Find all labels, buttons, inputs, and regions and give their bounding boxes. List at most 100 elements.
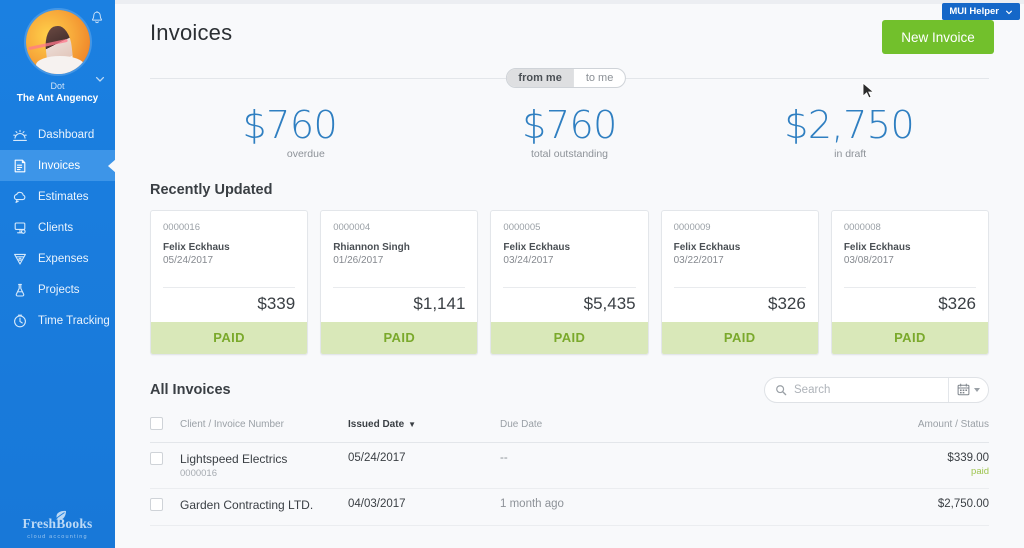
card-amount: $5,435 <box>583 293 636 313</box>
sidebar-item-projects[interactable]: Projects <box>0 274 115 305</box>
card-invoice-number: 0000004 <box>333 221 371 233</box>
row-due-date: 1 month ago <box>500 488 730 526</box>
all-invoices-header: All Invoices <box>150 376 989 403</box>
card-amount: $339 <box>257 293 296 313</box>
stat-value: $760 <box>242 103 338 147</box>
all-invoices-title: All Invoices <box>150 381 231 398</box>
chevron-down-icon <box>1006 10 1012 14</box>
card-client-name: Felix Eckhaus <box>843 241 911 253</box>
chevron-down-icon <box>974 387 980 392</box>
mui-helper-badge[interactable]: MUI Helper <box>942 3 1020 20</box>
column-issued-date[interactable]: Issued Date ▼ <box>348 416 500 443</box>
row-checkbox[interactable] <box>150 451 163 465</box>
sidebar-item-label: Dashboard <box>38 128 95 141</box>
card-date: 03/24/2017 <box>503 254 554 266</box>
invoice-card[interactable]: 0000016 Felix Eckhaus 05/24/2017 $339 PA… <box>150 209 309 355</box>
row-checkbox[interactable] <box>150 497 163 511</box>
table-header-row: Client / Invoice Number Issued Date ▼ Due… <box>150 416 989 443</box>
stat-in-draft: $2,750 in draft <box>709 105 989 160</box>
card-invoice-number: 0000008 <box>843 221 881 233</box>
sidebar-item-label: Clients <box>38 221 74 234</box>
direction-toggle[interactable]: from me to me <box>505 68 627 88</box>
bell-icon[interactable] <box>89 10 105 26</box>
invoices-table-body: Lightspeed Electrics 0000016 05/24/2017 … <box>150 442 989 526</box>
sidebar-item-label: Time Tracking <box>38 314 110 327</box>
estimate-cloud-icon <box>13 191 26 203</box>
stat-label: overdue <box>286 147 325 160</box>
column-amount-status[interactable]: Amount / Status <box>730 416 989 443</box>
row-due-date: -- <box>500 442 730 489</box>
sidebar-item-label: Estimates <box>38 190 89 203</box>
calendar-icon <box>957 383 970 396</box>
row-amount-cell: $2,750.00 <box>730 488 989 526</box>
avatar[interactable] <box>25 10 90 74</box>
row-client-name: Garden Contracting LTD. <box>180 497 314 512</box>
row-client-name: Lightspeed Electrics <box>180 451 288 466</box>
column-issued-label: Issued Date <box>348 419 405 431</box>
sidebar-item-invoices[interactable]: Invoices <box>0 150 116 182</box>
freshbooks-logo: FreshBooks cloud accounting <box>0 510 115 540</box>
clock-icon <box>14 314 26 328</box>
card-date: 05/24/2017 <box>163 254 214 266</box>
row-issued-date: 04/03/2017 <box>348 488 500 526</box>
invoice-card[interactable]: 0000004 Rhiannon Singh 01/26/2017 $1,141… <box>320 209 479 355</box>
stats-summary: $760 overdue $760 total outstanding $2,7… <box>150 103 989 160</box>
invoice-card[interactable]: 0000009 Felix Eckhaus 03/22/2017 $326 PA… <box>660 209 819 355</box>
sidebar-item-clients[interactable]: Clients <box>0 212 115 243</box>
card-client-name: Felix Eckhaus <box>673 241 741 253</box>
invoice-card[interactable]: 0000008 Felix Eckhaus 03/08/2017 $326 PA… <box>830 209 990 355</box>
card-amount: $326 <box>938 293 977 313</box>
stat-label: total outstanding <box>530 147 609 160</box>
row-select-cell[interactable] <box>150 442 180 489</box>
card-client-name: Felix Eckhaus <box>163 241 230 253</box>
select-all-checkbox[interactable] <box>150 416 163 430</box>
mouse-cursor <box>862 82 875 99</box>
leaf-icon <box>53 510 66 521</box>
card-invoice-number: 0000009 <box>673 221 711 233</box>
card-invoice-number: 0000016 <box>163 221 200 233</box>
freshbooks-tagline: cloud accounting <box>27 534 88 540</box>
mui-helper-label: MUI Helper <box>949 6 999 17</box>
row-client-cell: Garden Contracting LTD. <box>180 488 348 526</box>
card-status-badge: PAID <box>491 321 648 354</box>
recently-updated-title: Recently Updated <box>150 181 273 198</box>
table-row[interactable]: Garden Contracting LTD. 04/03/2017 1 mon… <box>150 488 989 526</box>
recently-updated-cards: 0000016 Felix Eckhaus 05/24/2017 $339 PA… <box>150 209 990 355</box>
column-client[interactable]: Client / Invoice Number <box>180 416 348 443</box>
chevron-down-icon[interactable] <box>95 74 105 84</box>
invoices-page: MUI Helper Dot The Ant Angency Dashboard… <box>0 0 1024 548</box>
sidebar-item-estimates[interactable]: Estimates <box>0 181 115 212</box>
row-select-cell[interactable] <box>150 488 180 526</box>
new-invoice-button[interactable]: New Invoice <box>882 20 994 54</box>
card-status-badge: PAID <box>321 321 478 354</box>
date-filter-button[interactable] <box>948 377 988 402</box>
sidebar-item-time-tracking[interactable]: Time Tracking <box>0 305 115 336</box>
row-issued-date: 05/24/2017 <box>348 442 500 489</box>
dashboard-sun-icon <box>13 129 27 141</box>
table-row[interactable]: Lightspeed Electrics 0000016 05/24/2017 … <box>150 442 989 489</box>
row-amount: $2,750.00 <box>937 497 989 510</box>
invoices-table: Client / Invoice Number Issued Date ▼ Due… <box>150 416 989 526</box>
sidebar-item-expenses[interactable]: Expenses <box>0 243 115 274</box>
column-due-date[interactable]: Due Date <box>500 416 730 443</box>
toggle-option-from-me[interactable]: from me <box>506 69 574 87</box>
stat-overdue: $760 overdue <box>150 103 430 160</box>
clients-lamp-icon <box>14 222 26 234</box>
row-amount: $339.00 <box>947 451 989 464</box>
stat-total-outstanding: $760 total outstanding <box>430 105 710 160</box>
search-input[interactable] <box>787 383 948 396</box>
row-invoice-number: 0000016 <box>180 467 217 479</box>
sidebar-item-dashboard[interactable]: Dashboard <box>0 119 115 150</box>
sidebar: Dot The Ant Angency Dashboard Invoices E… <box>0 0 116 548</box>
sidebar-item-label: Expenses <box>38 252 89 265</box>
sidebar-item-label: Invoices <box>38 159 81 172</box>
search-bar[interactable] <box>764 376 989 403</box>
sidebar-account-header[interactable]: Dot The Ant Angency <box>0 0 115 105</box>
sidebar-nav: Dashboard Invoices Estimates Clients Exp… <box>0 119 116 336</box>
card-status-badge: PAID <box>831 321 989 354</box>
toggle-option-to-me[interactable]: to me <box>574 69 626 87</box>
account-org-name: The Ant Angency <box>16 93 99 105</box>
select-all-cell[interactable] <box>150 416 180 443</box>
invoice-doc-icon <box>14 159 26 173</box>
invoice-card[interactable]: 0000005 Felix Eckhaus 03/24/2017 $5,435 … <box>490 209 649 355</box>
